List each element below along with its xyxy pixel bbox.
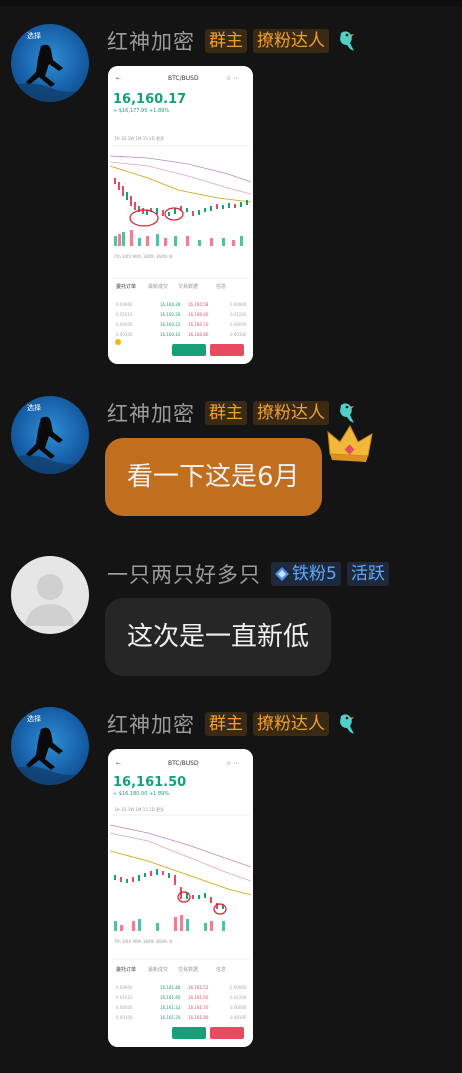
svg-text:←: ← (116, 75, 121, 82)
svg-text:0.00900: 0.00900 (230, 302, 247, 307)
svg-text:信息: 信息 (216, 966, 226, 973)
svg-text:交易数据: 交易数据 (178, 966, 198, 973)
svg-text:0.00300: 0.00300 (230, 332, 247, 337)
svg-text:16,161.40: 16,161.40 (160, 995, 181, 1000)
message-bubble[interactable]: 看一下这是6月 (105, 438, 322, 516)
owner-tag: 群主 (205, 401, 247, 425)
sender-avatar[interactable] (11, 556, 89, 634)
svg-text:最新成交: 最新成交 (148, 283, 168, 290)
svg-text:0.00900: 0.00900 (116, 302, 133, 307)
svg-text:0.00300: 0.00300 (230, 1015, 247, 1020)
svg-text:16,161.80: 16,161.80 (188, 1015, 209, 1020)
svg-text:0.01010: 0.01010 (116, 312, 133, 317)
svg-text:选择: 选择 (27, 403, 41, 412)
svg-text:16,161.32: 16,161.32 (160, 1005, 181, 1010)
sender-name[interactable]: 红神加密 (107, 26, 195, 56)
svg-text:0.00000: 0.00000 (230, 322, 247, 327)
bird-badge-icon (340, 31, 354, 51)
title-tag: 撩粉达人 (253, 29, 329, 53)
svg-text:☆ ⋯: ☆ ⋯ (226, 760, 239, 767)
svg-text:7th 30th 90th 180th 36: 7th 30th 90th 180th 360th 年 (114, 253, 173, 259)
svg-text:16,161.20: 16,161.20 (160, 1015, 181, 1020)
sender-row: 红神加密 群主 撩粉达人 (107, 709, 357, 739)
crown-icon (327, 424, 373, 462)
owner-tag: 群主 (205, 29, 247, 53)
svg-text:委托订单: 委托订单 (116, 283, 136, 290)
svg-text:16,161.52: 16,161.52 (188, 985, 209, 990)
sender-name[interactable]: 红神加密 (107, 709, 195, 739)
svg-text:最新成交: 最新成交 (148, 966, 168, 973)
pair-label: BTC/BUSD (168, 75, 199, 82)
chart-screenshot-image[interactable]: ← BTC/BUSD ☆ ⋯ 1H 1D 1W 1M 15 1D 更多 7th … (108, 749, 253, 1047)
svg-text:←: ← (116, 760, 121, 767)
owner-tag: 群主 (205, 712, 247, 736)
sender-avatar[interactable]: 选择 (11, 24, 89, 102)
sender-row: 红神加密 群主 撩粉达人 (107, 26, 357, 56)
avatar-silhouette-icon: 选择 (11, 403, 89, 474)
svg-text:0.00000: 0.00000 (230, 1005, 247, 1010)
title-tag: 撩粉达人 (253, 712, 329, 736)
svg-text:0.00900: 0.00900 (230, 985, 247, 990)
screenshot-change: ≈ $16,177.95 +1.89% (113, 108, 170, 114)
avatar-silhouette-icon: 选择 (11, 714, 89, 785)
svg-text:1H 1D 1W 1M 15 1D 更多: 1H 1D 1W 1M 15 1D 更多 (114, 135, 164, 141)
svg-text:0.00900: 0.00900 (116, 985, 133, 990)
svg-text:16,161.60: 16,161.60 (188, 995, 209, 1000)
svg-text:信息: 信息 (216, 283, 226, 290)
title-tag: 撩粉达人 (253, 401, 329, 425)
screenshot-price: 16,160.17 (113, 92, 187, 107)
svg-text:16,160.80: 16,160.80 (188, 332, 209, 337)
svg-text:16,160.58: 16,160.58 (188, 302, 209, 307)
svg-text:选择: 选择 (27, 31, 41, 40)
svg-text:0.01200: 0.01200 (230, 312, 247, 317)
svg-text:16,161.70: 16,161.70 (188, 1005, 209, 1010)
svg-text:7th 30th 90th 180th 36: 7th 30th 90th 180th 360th 年 (114, 938, 173, 944)
diamond-icon (275, 567, 289, 581)
svg-text:16,160.26: 16,160.26 (160, 312, 181, 317)
svg-text:0.00000: 0.00000 (116, 322, 133, 327)
svg-text:16,160.70: 16,160.70 (188, 322, 209, 327)
pair-label: BTC/BUSD (168, 760, 199, 767)
svg-text:委托订单: 委托订单 (116, 966, 136, 973)
avatar-silhouette-icon: 选择 (11, 31, 89, 102)
sender-avatar[interactable]: 选择 (11, 707, 89, 785)
svg-text:16,161.48: 16,161.48 (160, 985, 181, 990)
svg-text:1H 1D 1W 1M 15 1D 更多: 1H 1D 1W 1M 15 1D 更多 (114, 806, 164, 812)
chart-screenshot-image[interactable]: ← BTC/BUSD ☆ ⋯ 1H 1D 1W 1M 15 1D 更多 7th … (108, 66, 253, 364)
sender-name[interactable]: 一只两只好多只 (107, 559, 261, 589)
svg-text:交易数据: 交易数据 (178, 283, 198, 290)
svg-text:0.00300: 0.00300 (116, 332, 133, 337)
top-status-strip (0, 0, 462, 6)
default-avatar-icon (25, 574, 75, 626)
svg-text:0.01200: 0.01200 (230, 995, 247, 1000)
svg-text:16,160.28: 16,160.28 (160, 302, 181, 307)
fan-level-label: 铁粉5 (292, 564, 337, 584)
active-tag: 活跃 (346, 562, 389, 586)
svg-text:选择: 选择 (27, 714, 41, 723)
svg-text:16,160.22: 16,160.22 (160, 322, 181, 327)
svg-text:0.01010: 0.01010 (116, 995, 133, 1000)
svg-text:16,160.60: 16,160.60 (188, 312, 209, 317)
sender-name[interactable]: 红神加密 (107, 398, 195, 428)
svg-text:☆ ⋯: ☆ ⋯ (226, 75, 239, 82)
svg-text:0.00300: 0.00300 (116, 1015, 133, 1020)
sender-row: 一只两只好多只 铁粉5 活跃 (107, 559, 389, 589)
screenshot-change: ≈ $16,180.00 +1.89% (113, 791, 170, 797)
svg-text:0.00000: 0.00000 (116, 1005, 133, 1010)
fan-level-tag: 铁粉5 (271, 562, 341, 586)
screenshot-price: 16,161.50 (113, 775, 187, 790)
svg-text:16,160.12: 16,160.12 (160, 332, 181, 337)
sender-avatar[interactable]: 选择 (11, 396, 89, 474)
sender-row: 红神加密 群主 撩粉达人 (107, 398, 357, 428)
bird-badge-icon (340, 403, 354, 423)
message-bubble[interactable]: 这次是一直新低 (105, 598, 332, 676)
bird-badge-icon (340, 714, 354, 734)
